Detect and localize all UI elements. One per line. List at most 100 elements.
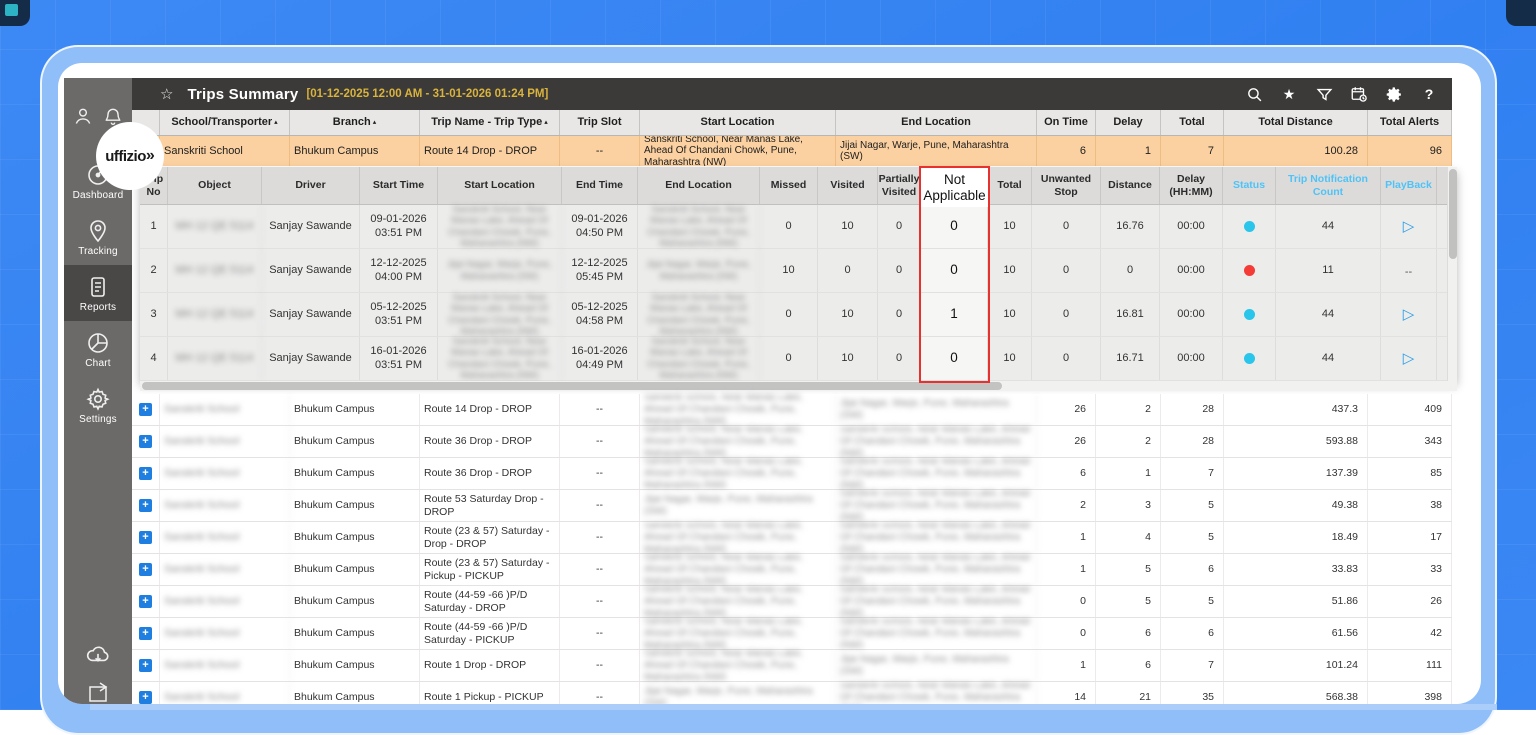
sidebar-item-reports[interactable]: Reports [64,265,132,321]
dh-end-location[interactable]: End Location [638,167,760,204]
dh-driver[interactable]: Driver [262,167,360,204]
help-icon[interactable]: ? [1420,85,1438,103]
dh-delay[interactable]: Delay (HH:MM) [1160,167,1223,204]
dh-playback[interactable]: PlayBack [1381,167,1437,204]
missed-cell: 0 [760,337,818,380]
favorite-star-icon[interactable]: ☆ [160,85,173,103]
dh-end-time[interactable]: End Time [562,167,638,204]
play-icon[interactable] [1403,351,1415,366]
dh-visited[interactable]: Visited [818,167,878,204]
dh-status[interactable]: Status [1223,167,1276,204]
delay-cell: 2 [1096,426,1161,457]
delay-cell: 6 [1096,650,1161,681]
play-icon[interactable] [1403,219,1415,234]
scrollbar-thumb[interactable] [1449,169,1457,259]
detail-table-row[interactable]: 4 MH 12 QE 5114 Sanjay Sawande 16-01-202… [140,337,1457,381]
expand-button[interactable]: + [139,403,152,416]
summary-table-row[interactable]: + Sanskriti School Bhukum Campus Route (… [132,522,1452,554]
summary-table-row[interactable]: + Sanskriti School Bhukum Campus Route (… [132,586,1452,618]
sidebar-item-tracking[interactable]: Tracking [64,209,132,265]
date-range[interactable]: [01-12-2025 12:00 AM - 31-01-2026 01:24 … [306,88,548,100]
driver-cell: Sanjay Sawande [262,293,360,336]
expand-button[interactable]: + [139,563,152,576]
summary-table-row[interactable]: + Sanskriti School Bhukum Campus Route 3… [132,458,1452,490]
summary-table-row[interactable]: + Sanskriti School Bhukum Campus Route 3… [132,426,1452,458]
page-title: Trips Summary [187,86,298,103]
expand-button[interactable]: + [139,691,152,704]
dh-partially-visited[interactable]: Partially Visited [878,167,921,204]
playback-cell[interactable] [1381,337,1437,380]
user-icon[interactable] [73,106,93,131]
summary-table-row[interactable]: + Sanskriti School Bhukum Campus Route 5… [132,490,1452,522]
header-start-location[interactable]: Start Location [640,110,836,135]
scrollbar-thumb[interactable] [142,382,1002,390]
share-icon[interactable] [86,692,110,704]
sidebar-item-chart[interactable]: Chart [64,321,132,377]
visited-cell: 10 [818,293,878,336]
header-school-transporter[interactable]: School/Transporter▴ [160,110,290,135]
play-icon[interactable] [1405,263,1412,278]
header-end-location[interactable]: End Location [836,110,1037,135]
trip-name-cell: Route 14 Drop - DROP [420,136,560,166]
dh-trip-notification-count[interactable]: Trip Notification Count [1276,167,1381,204]
distance-cell: 16.71 [1101,337,1160,380]
summary-table-row[interactable]: + Sanskriti School Bhukum Campus Route 1… [132,682,1452,704]
dh-unwanted-stop[interactable]: Unwanted Stop [1032,167,1101,204]
trip-no-cell: 2 [140,249,168,292]
detail-table-row[interactable]: 2 MH 12 QE 5114 Sanjay Sawande 12-12-202… [140,249,1457,293]
detail-horizontal-scrollbar[interactable] [140,381,1457,391]
sidebar-item-settings[interactable]: Settings [64,377,132,433]
dh-distance[interactable]: Distance [1101,167,1160,204]
visited-cell: 10 [818,337,878,380]
detail-vertical-scrollbar[interactable] [1447,167,1457,381]
unwanted-stop-cell: 0 [1032,249,1101,292]
dh-missed[interactable]: Missed [760,167,818,204]
detail-table-row[interactable]: 1 MH 12 QE 5114 Sanjay Sawande 09-01-202… [140,205,1457,249]
branch-cell: Bhukum Campus [290,426,420,457]
alerts-cell: 96 [1368,136,1452,166]
playback-cell[interactable] [1381,205,1437,248]
expand-button[interactable]: + [139,531,152,544]
summary-table-row[interactable]: + Sanskriti School Bhukum Campus Route 1… [132,394,1452,426]
dh-object[interactable]: Object [168,167,262,204]
filter-icon[interactable] [1315,85,1333,103]
header-on-time[interactable]: On Time [1037,110,1096,135]
expanded-summary-row[interactable]: − Sanskriti School Bhukum Campus Route 1… [132,136,1452,166]
playback-cell[interactable] [1381,249,1437,292]
header-trip-name[interactable]: Trip Name - Trip Type▴ [420,110,560,135]
summary-table-row[interactable]: + Sanskriti School Bhukum Campus Route (… [132,618,1452,650]
search-icon[interactable] [1245,85,1263,103]
total-cell: 7 [1161,458,1224,489]
summary-table-row[interactable]: + Sanskriti School Bhukum Campus Route (… [132,554,1452,586]
header-total-distance[interactable]: Total Distance [1224,110,1368,135]
expand-button[interactable]: + [139,659,152,672]
expand-button[interactable]: + [139,435,152,448]
summary-table-row[interactable]: + Sanskriti School Bhukum Campus Route 1… [132,650,1452,682]
dh-not-applicable[interactable] [921,167,988,204]
end-location-cell: Sanskriti School, Near Manas Lake, Ahead… [836,490,1037,521]
cloud-download-icon[interactable] [85,655,111,672]
header-trip-slot[interactable]: Trip Slot [560,110,640,135]
gear-icon[interactable] [1385,85,1403,103]
uffizio-logo[interactable]: uffizio» [96,122,164,190]
expand-button[interactable]: + [139,627,152,640]
header-total-alerts[interactable]: Total Alerts [1368,110,1452,135]
detail-table-row[interactable]: 3 MH 12 QE 5114 Sanjay Sawande 05-12-202… [140,293,1457,337]
expand-button[interactable]: + [139,499,152,512]
dh-start-location[interactable]: Start Location [438,167,562,204]
school-cell: Sanskriti School [160,490,290,521]
play-icon[interactable] [1403,307,1415,322]
expand-button[interactable]: + [139,595,152,608]
header-delay[interactable]: Delay [1096,110,1161,135]
playback-cell[interactable] [1381,293,1437,336]
expand-button[interactable]: + [139,467,152,480]
on-time-cell: 1 [1037,650,1096,681]
dh-total[interactable]: Total [988,167,1032,204]
object-cell: MH 12 QE 5114 [168,205,262,248]
header-branch[interactable]: Branch▴ [290,110,420,135]
dh-start-time[interactable]: Start Time [360,167,438,204]
status-cell [1223,205,1276,248]
schedule-icon[interactable] [1350,85,1368,103]
header-total[interactable]: Total [1161,110,1224,135]
star-icon[interactable]: ★ [1280,85,1298,103]
